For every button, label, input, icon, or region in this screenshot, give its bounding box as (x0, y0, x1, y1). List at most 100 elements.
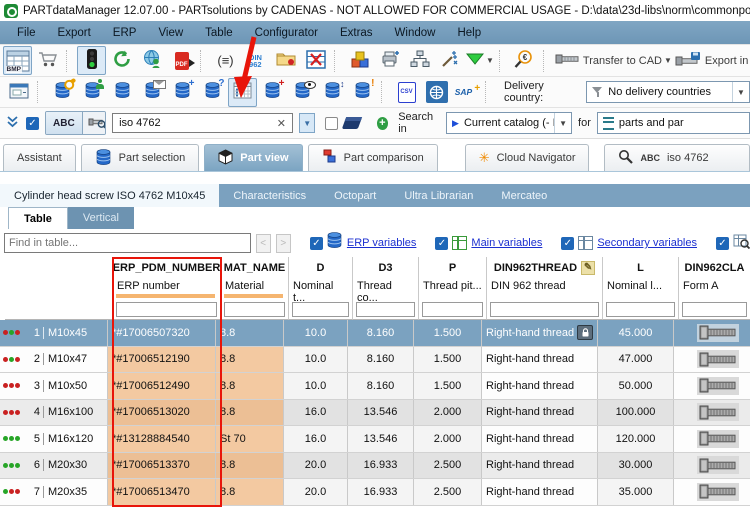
eraser-icon[interactable] (342, 117, 363, 129)
cell-d3[interactable]: 13.546 (348, 426, 414, 452)
erp-variables-checkbox[interactable] (309, 236, 323, 250)
secondary-variables-link[interactable]: Secondary variables (597, 237, 697, 249)
column-filter-input[interactable] (356, 302, 415, 317)
dropdown-arrow-icon[interactable] (554, 113, 571, 133)
column-filter-input[interactable] (224, 302, 285, 317)
row-header[interactable]: 7 M20x35 (0, 479, 108, 505)
db-add-button[interactable]: + (168, 78, 197, 107)
edit-pencil-icon[interactable]: ✎ (581, 260, 596, 275)
cell-d[interactable]: 20.0 (284, 452, 348, 478)
wand-button[interactable] (435, 46, 464, 75)
row-header[interactable]: 4 M16x100 (0, 399, 108, 425)
menu-extras[interactable]: Extras (329, 27, 384, 39)
cell-p[interactable]: 2.500 (414, 452, 482, 478)
tab-vertical-view[interactable]: Vertical (67, 207, 134, 229)
cell-thread[interactable]: Right-hand thread (482, 346, 598, 372)
column-filter-input[interactable] (606, 302, 675, 317)
favorites-button[interactable] (271, 46, 300, 75)
menu-view[interactable]: View (147, 27, 194, 39)
cell-thread[interactable]: Right-hand thread (482, 399, 598, 425)
cell-material[interactable]: 8.8 (216, 479, 284, 505)
variable-display-button[interactable]: (≡) (211, 46, 240, 75)
main-variables-checkbox[interactable] (435, 236, 449, 250)
row-header[interactable]: 6 M20x30 (0, 452, 108, 478)
cell-l[interactable]: 120.000 (598, 426, 674, 452)
cell-d3[interactable]: 16.933 (348, 452, 414, 478)
row-header[interactable]: 5 M16x120 (0, 426, 108, 452)
subtab-part[interactable]: Cylinder head screw ISO 4762 M10x45 (0, 184, 220, 207)
cell-p[interactable]: 1.500 (414, 320, 482, 346)
cell-preview[interactable] (674, 373, 745, 399)
subtab-characteristics[interactable]: Characteristics (219, 184, 320, 207)
table-row[interactable]: 4 M16x100 *#17006513020 8.8 16.0 13.546 … (0, 399, 750, 426)
column-header[interactable]: ERP_PDM_NUMBER (113, 257, 221, 278)
cell-erp-number[interactable]: *#17006512190 (108, 346, 216, 372)
column-header[interactable]: L (603, 257, 679, 278)
subtab-octopart[interactable]: Octopart (320, 184, 390, 207)
cell-l[interactable]: 30.000 (598, 452, 674, 478)
column-header[interactable]: P (419, 257, 487, 278)
cell-d[interactable]: 10.0 (284, 346, 348, 372)
cell-thread[interactable]: Right-hand thread (482, 479, 598, 505)
db-add-record-button[interactable]: + (258, 78, 287, 107)
cell-l[interactable]: 35.000 (598, 479, 674, 505)
traffic-light-button[interactable] (77, 46, 106, 75)
din-962-button[interactable]: DIN 962 (241, 46, 270, 75)
clear-search-icon[interactable]: ✕ (275, 117, 288, 130)
subtab-mercateo[interactable]: Mercateo (487, 184, 561, 207)
hierarchy-button[interactable] (405, 46, 434, 75)
find-next-button[interactable]: > (275, 233, 291, 253)
find-previous-button[interactable]: < (255, 233, 271, 253)
abc-text-search-button[interactable]: ABC (46, 112, 82, 134)
menu-window[interactable]: Window (384, 27, 447, 39)
tab-part-view[interactable]: Part view (204, 144, 303, 171)
column-header[interactable]: MAT_NAME (221, 257, 289, 278)
menu-file[interactable]: File (6, 27, 47, 39)
search-target-select[interactable]: parts and par (596, 112, 750, 134)
cell-d[interactable]: 16.0 (284, 426, 348, 452)
table-row[interactable]: 7 M20x35 *#17006513470 8.8 20.0 16.933 2… (0, 479, 750, 506)
tab-assistant[interactable]: Assistant (3, 144, 76, 171)
table-row[interactable]: 2 M10x47 *#17006512190 8.8 10.0 8.160 1.… (0, 346, 750, 373)
cell-preview[interactable] (674, 426, 745, 452)
transfer-to-cad-button[interactable]: Transfer to CAD ▼ (554, 46, 673, 75)
cell-preview[interactable] (674, 479, 745, 505)
export-in-file-button[interactable]: Export in file (674, 46, 750, 75)
cell-p[interactable]: 2.500 (414, 479, 482, 505)
db-priority-button[interactable]: ! (348, 78, 377, 107)
filter-checkbox[interactable] (325, 116, 339, 130)
cell-thread[interactable]: Right-hand thread (482, 320, 598, 346)
cell-erp-number[interactable]: *#17006507320 (108, 320, 216, 346)
table-row[interactable]: 6 M20x30 *#17006513370 8.8 20.0 16.933 2… (0, 452, 750, 479)
table-row[interactable]: 5 M16x120 *#13128884540 St 70 16.0 13.54… (0, 426, 750, 453)
cell-preview[interactable] (674, 453, 745, 479)
subtab-ultra-librarian[interactable]: Ultra Librarian (390, 184, 487, 207)
dropdown-arrow-icon[interactable]: ▼ (664, 56, 672, 65)
sap-button[interactable]: SAP + (452, 78, 481, 107)
refresh-button[interactable] (107, 46, 136, 75)
cell-thread[interactable]: Right-hand thread (482, 426, 598, 452)
cell-d[interactable]: 10.0 (284, 320, 348, 346)
cell-material[interactable]: 8.8 (216, 320, 284, 346)
cell-material[interactable]: 8.8 (216, 399, 284, 425)
cell-material[interactable]: 8.8 (216, 452, 284, 478)
db-button[interactable] (108, 78, 137, 107)
db-login-button[interactable] (48, 77, 77, 107)
preview-checkbox[interactable] (716, 236, 729, 250)
column-filter-input[interactable] (292, 302, 349, 317)
menu-table[interactable]: Table (194, 27, 244, 39)
dropdown-arrow-icon[interactable] (732, 82, 749, 102)
menu-help[interactable]: Help (446, 27, 492, 39)
db-transfer-button[interactable]: ↕ (318, 78, 347, 107)
cell-erp-number[interactable]: *#17006512490 (108, 373, 216, 399)
cell-d3[interactable]: 16.933 (348, 479, 414, 505)
cell-material[interactable]: 8.8 (216, 346, 284, 372)
column-header[interactable]: DIN962THREAD ✎ (487, 257, 603, 278)
column-filter-input[interactable] (116, 302, 217, 317)
cell-erp-number[interactable]: *#13128884540 (108, 426, 216, 452)
cell-preview[interactable] (674, 320, 745, 346)
cell-d3[interactable]: 13.546 (348, 399, 414, 425)
cell-l[interactable]: 45.000 (598, 320, 674, 346)
tab-cloud-navigator[interactable]: ✳ Cloud Navigator (464, 144, 590, 171)
column-filter-input[interactable] (682, 302, 747, 317)
